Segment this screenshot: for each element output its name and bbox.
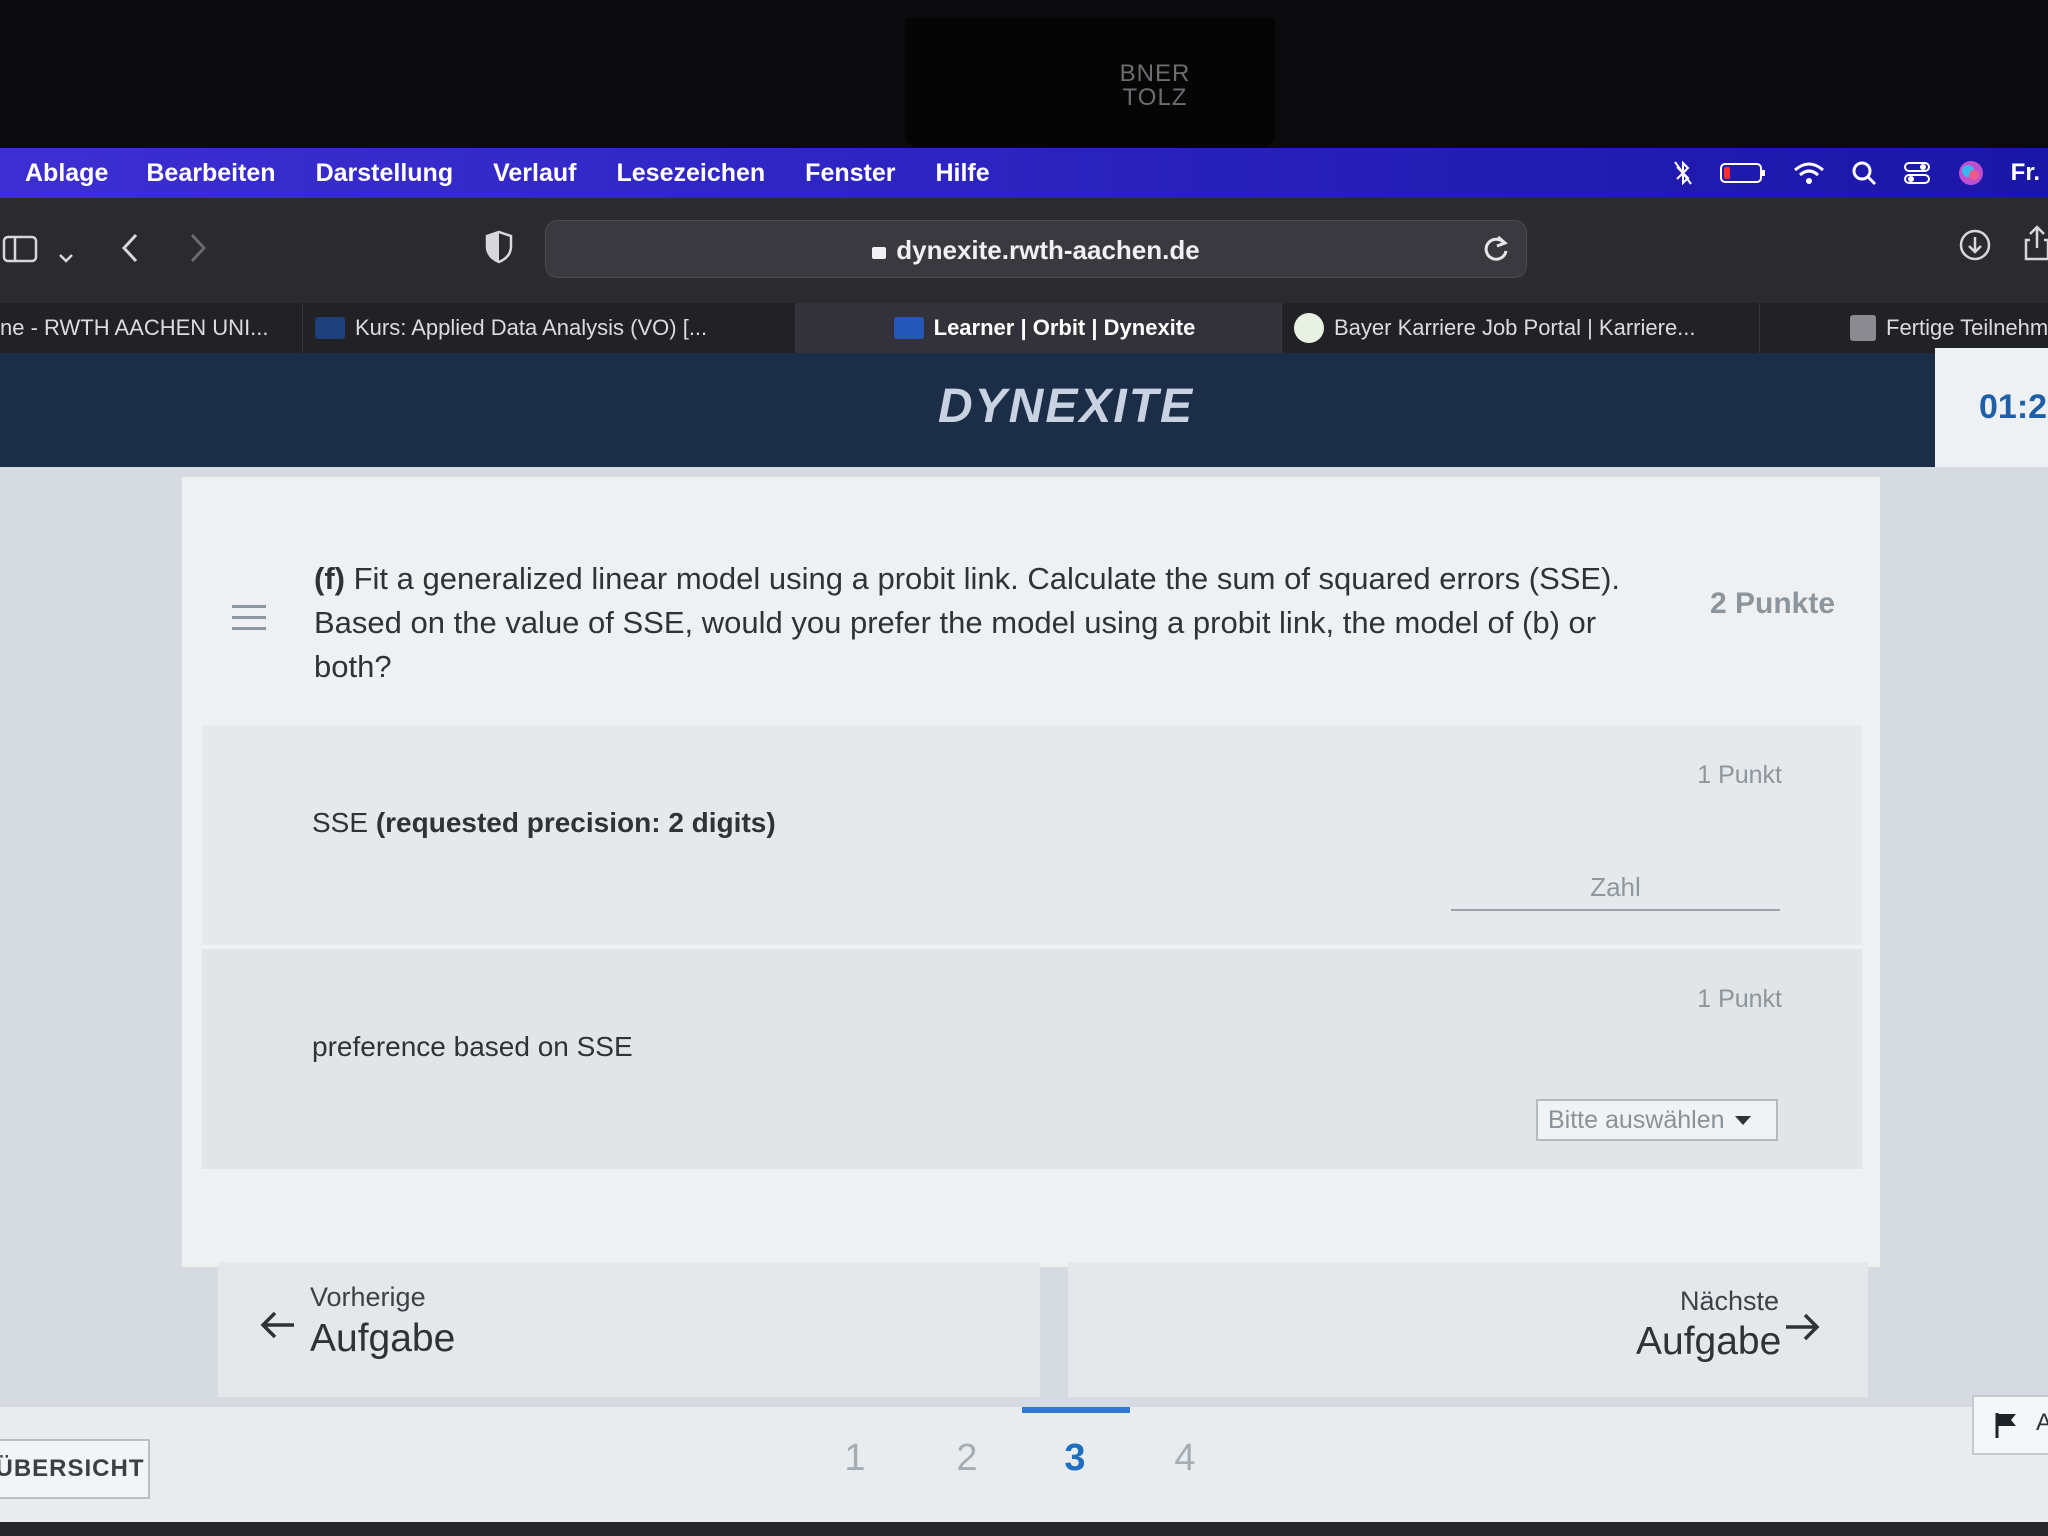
forward-icon[interactable] <box>188 232 208 270</box>
tab-applied-data-analysis[interactable]: Kurs: Applied Data Analysis (VO) [... <box>303 303 796 353</box>
status-area: Fr. <box>1673 148 2048 198</box>
next-label-big: Aufgabe <box>1636 1320 1782 1363</box>
bluetooth-icon[interactable] <box>1673 160 1693 186</box>
downloads-icon[interactable] <box>1958 228 1992 268</box>
menu-ablage[interactable]: Ablage <box>25 159 108 188</box>
control-center-icon[interactable] <box>1903 160 1931 186</box>
camera-notch <box>905 18 1275 148</box>
menu-fenster[interactable]: Fenster <box>805 159 895 188</box>
timer-text: 01:2 <box>1979 388 2048 426</box>
menu-darstellung[interactable]: Darstellung <box>316 159 454 188</box>
page-4[interactable]: 4 <box>1150 1437 1220 1480</box>
select-value: Bitte auswählen <box>1548 1105 1725 1134</box>
tab-rwth[interactable]: ne - RWTH AACHEN UNI... <box>0 303 303 353</box>
back-icon[interactable] <box>120 232 140 270</box>
menu-lesezeichen[interactable]: Lesezeichen <box>616 159 765 188</box>
task-pagination-bar: ÜBERSICHT 1 2 3 4 A <box>0 1395 2048 1522</box>
macos-menubar: Ablage Bearbeiten Darstellung Verlauf Le… <box>0 148 2048 198</box>
sse-number-input[interactable] <box>1451 865 1780 911</box>
flag-button[interactable]: A <box>1972 1395 2048 1455</box>
reload-icon[interactable] <box>1482 234 1510 269</box>
page-3[interactable]: 3 <box>1040 1437 1110 1480</box>
menubar-clock[interactable]: Fr. <box>2011 159 2040 187</box>
tab-dynexite[interactable]: Learner | Orbit | Dynexite <box>796 303 1282 353</box>
siri-icon[interactable] <box>1957 159 1985 187</box>
subquestion-preference: 1 Punkt preference based on SSE Bitte au… <box>202 949 1862 1169</box>
menu-verlauf[interactable]: Verlauf <box>493 159 576 188</box>
wifi-icon[interactable] <box>1793 161 1825 185</box>
exam-timer: 01:2 <box>1935 348 2048 468</box>
chevron-down-icon[interactable] <box>58 240 74 270</box>
search-icon[interactable] <box>1851 160 1877 186</box>
page-1[interactable]: 1 <box>820 1437 890 1480</box>
share-icon[interactable] <box>2022 224 2048 268</box>
lock-icon <box>872 247 887 259</box>
page-2[interactable]: 2 <box>932 1437 1002 1480</box>
dynexite-favicon-icon <box>893 317 924 339</box>
browser-toolbar: dynexite.rwth-aachen.de <box>0 198 2048 303</box>
address-bar[interactable]: dynexite.rwth-aachen.de <box>545 220 1527 278</box>
flag-icon <box>1994 1411 2020 1444</box>
next-label-small: Nächste <box>1680 1286 1780 1316</box>
flag-label: A <box>2036 1409 2048 1436</box>
previous-task-button[interactable]: Vorherige Aufgabe <box>218 1262 1040 1397</box>
preference-select[interactable]: Bitte auswählen <box>1536 1099 1778 1141</box>
menu-hilfe[interactable]: Hilfe <box>935 159 989 188</box>
subquestion-label: SSE (requested precision: 2 digits) <box>312 807 776 838</box>
arrow-left-icon <box>260 1302 296 1352</box>
dynexite-header: DYNEXITE <box>0 353 1935 467</box>
previous-label-big: Aufgabe <box>310 1317 456 1360</box>
battery-icon[interactable] <box>1719 161 1767 185</box>
dock <box>0 1522 2048 1536</box>
overview-button[interactable]: ÜBERSICHT <box>0 1439 150 1499</box>
tab-fertige-teilnehmer[interactable]: Fertige Teilnehme <box>1760 303 2048 353</box>
menu-bearbeiten[interactable]: Bearbeiten <box>146 159 275 188</box>
question-card: (f) Fit a generalized linear model using… <box>182 477 1880 1267</box>
tab-bar: ne - RWTH AACHEN UNI... Kurs: Applied Da… <box>0 303 2048 353</box>
tab-bayer-karriere[interactable]: Bayer Karriere Job Portal | Karriere... <box>1282 303 1760 353</box>
dropdown-caret-icon <box>1734 1115 1751 1125</box>
subquestion-points: 1 Punkt <box>1697 761 1782 789</box>
dynexite-logo: DYNEXITE <box>938 380 1195 433</box>
previous-label-small: Vorherige <box>310 1282 426 1312</box>
current-page-indicator <box>1022 1407 1130 1413</box>
sidebar-toggle-icon[interactable] <box>2 234 38 270</box>
list-icon[interactable] <box>232 605 266 638</box>
question-points: 2 Punkte <box>1710 587 1836 620</box>
main-content: (f) Fit a generalized linear model using… <box>0 467 2048 1407</box>
next-task-button[interactable]: Nächste Aufgabe <box>1068 1262 1868 1397</box>
camera-label: BNER TOLZ <box>1119 60 1191 111</box>
z-favicon-icon <box>1850 315 1876 341</box>
rwth-favicon-icon <box>315 317 345 339</box>
privacy-shield-icon[interactable] <box>484 230 514 270</box>
subquestion-label: preference based on SSE <box>312 1031 633 1062</box>
subquestion-points: 1 Punkt <box>1697 985 1782 1013</box>
bayer-favicon-icon <box>1294 313 1324 343</box>
address-bar-url[interactable]: dynexite.rwth-aachen.de <box>546 235 1526 266</box>
arrow-right-icon <box>1784 1304 1820 1354</box>
subquestion-sse: 1 Punkt SSE (requested precision: 2 digi… <box>202 725 1862 945</box>
question-text: (f) Fit a generalized linear model using… <box>314 561 1621 684</box>
